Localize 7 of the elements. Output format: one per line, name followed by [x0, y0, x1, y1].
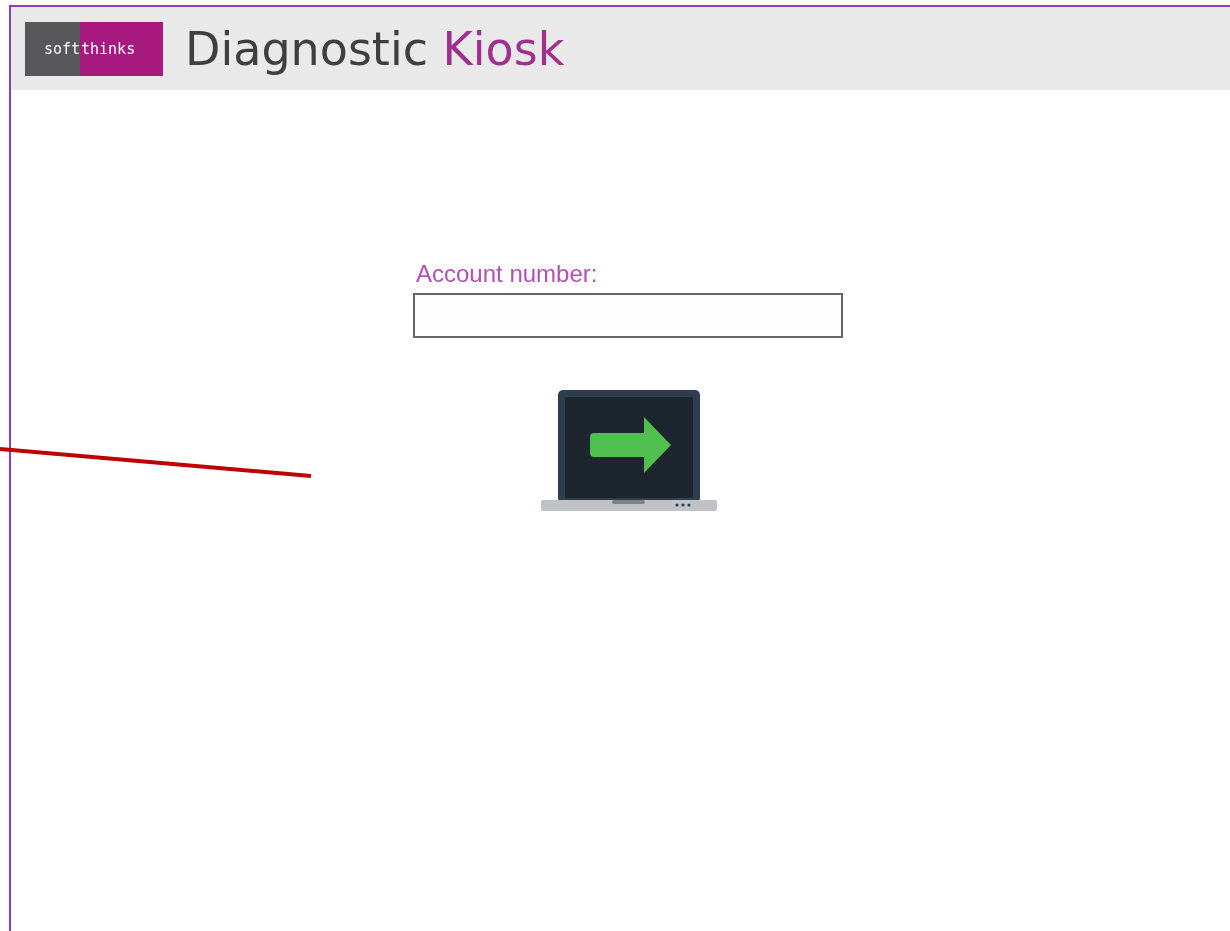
submit-button[interactable]	[541, 390, 717, 512]
app-title: Kiosk	[442, 21, 565, 76]
field-label: Account number:	[415, 260, 599, 288]
laptop-arrow-icon	[541, 390, 717, 512]
account-number-field[interactable]	[413, 293, 843, 338]
logo: softthinks	[25, 21, 163, 76]
app-title: Diagnostic	[185, 21, 428, 76]
